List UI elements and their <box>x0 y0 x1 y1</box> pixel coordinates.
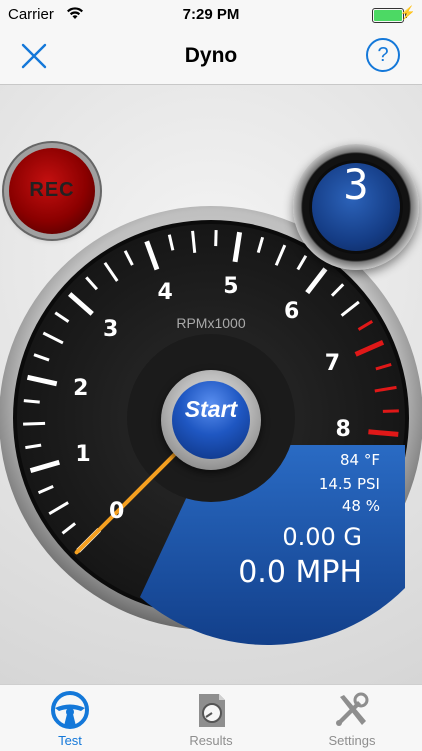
g-force-readout: 0.00 G <box>282 523 362 551</box>
tab-results-label: Results <box>141 733 281 748</box>
record-button[interactable]: REC <box>9 148 95 234</box>
minor-tick <box>24 401 40 402</box>
help-button[interactable]: ? <box>366 38 400 72</box>
tools-icon <box>332 691 372 729</box>
tab-test[interactable]: Test <box>0 685 140 751</box>
gauge-number-2: 2 <box>73 376 88 401</box>
gauge-number-4: 4 <box>158 280 173 305</box>
gear-indicator: 3 <box>293 144 419 270</box>
gauge-number-8: 8 <box>335 417 350 442</box>
minor-tick <box>383 411 399 412</box>
pressure-readout: 14.5 PSI <box>319 475 380 493</box>
start-label: Start <box>161 396 261 423</box>
status-time: 7:29 PM <box>0 6 422 23</box>
major-tick <box>368 432 398 435</box>
gauge-number-1: 1 <box>75 442 90 467</box>
gauge-number-3: 3 <box>103 317 118 342</box>
minor-tick <box>23 423 45 424</box>
tab-settings[interactable]: Settings <box>282 685 422 751</box>
gauge-number-7: 7 <box>325 351 340 376</box>
humidity-readout: 48 % <box>342 497 380 515</box>
gauge-number-6: 6 <box>284 299 299 324</box>
gauge-number-5: 5 <box>223 274 238 299</box>
dyno-results-icon <box>191 691 231 729</box>
gear-value: 3 <box>293 160 419 209</box>
tab-results[interactable]: Results <box>141 685 281 751</box>
status-bar: Carrier 7:29 PM ⚡ <box>0 0 422 30</box>
dyno-gauge-area: RPMx1000 0 1 2 3 4 5 6 7 8 84 °F 14.5 PSI 48 % 0… <box>0 85 422 684</box>
steering-wheel-icon <box>50 691 90 729</box>
tab-settings-label: Settings <box>282 733 422 748</box>
rpm-unit-label: RPMx1000 <box>0 315 422 331</box>
charging-icon: ⚡ <box>400 5 416 21</box>
navigation-bar: Dyno ? <box>0 30 422 85</box>
tab-test-label: Test <box>0 733 140 748</box>
start-button[interactable]: Start <box>161 370 261 470</box>
gauge-number-0: 0 <box>109 499 124 524</box>
speed-readout: 0.0 MPH <box>238 555 362 590</box>
record-label: REC <box>9 179 95 202</box>
tab-bar: Test Results Settings <box>0 684 422 751</box>
page-title: Dyno <box>0 44 422 68</box>
temperature-readout: 84 °F <box>340 451 380 469</box>
